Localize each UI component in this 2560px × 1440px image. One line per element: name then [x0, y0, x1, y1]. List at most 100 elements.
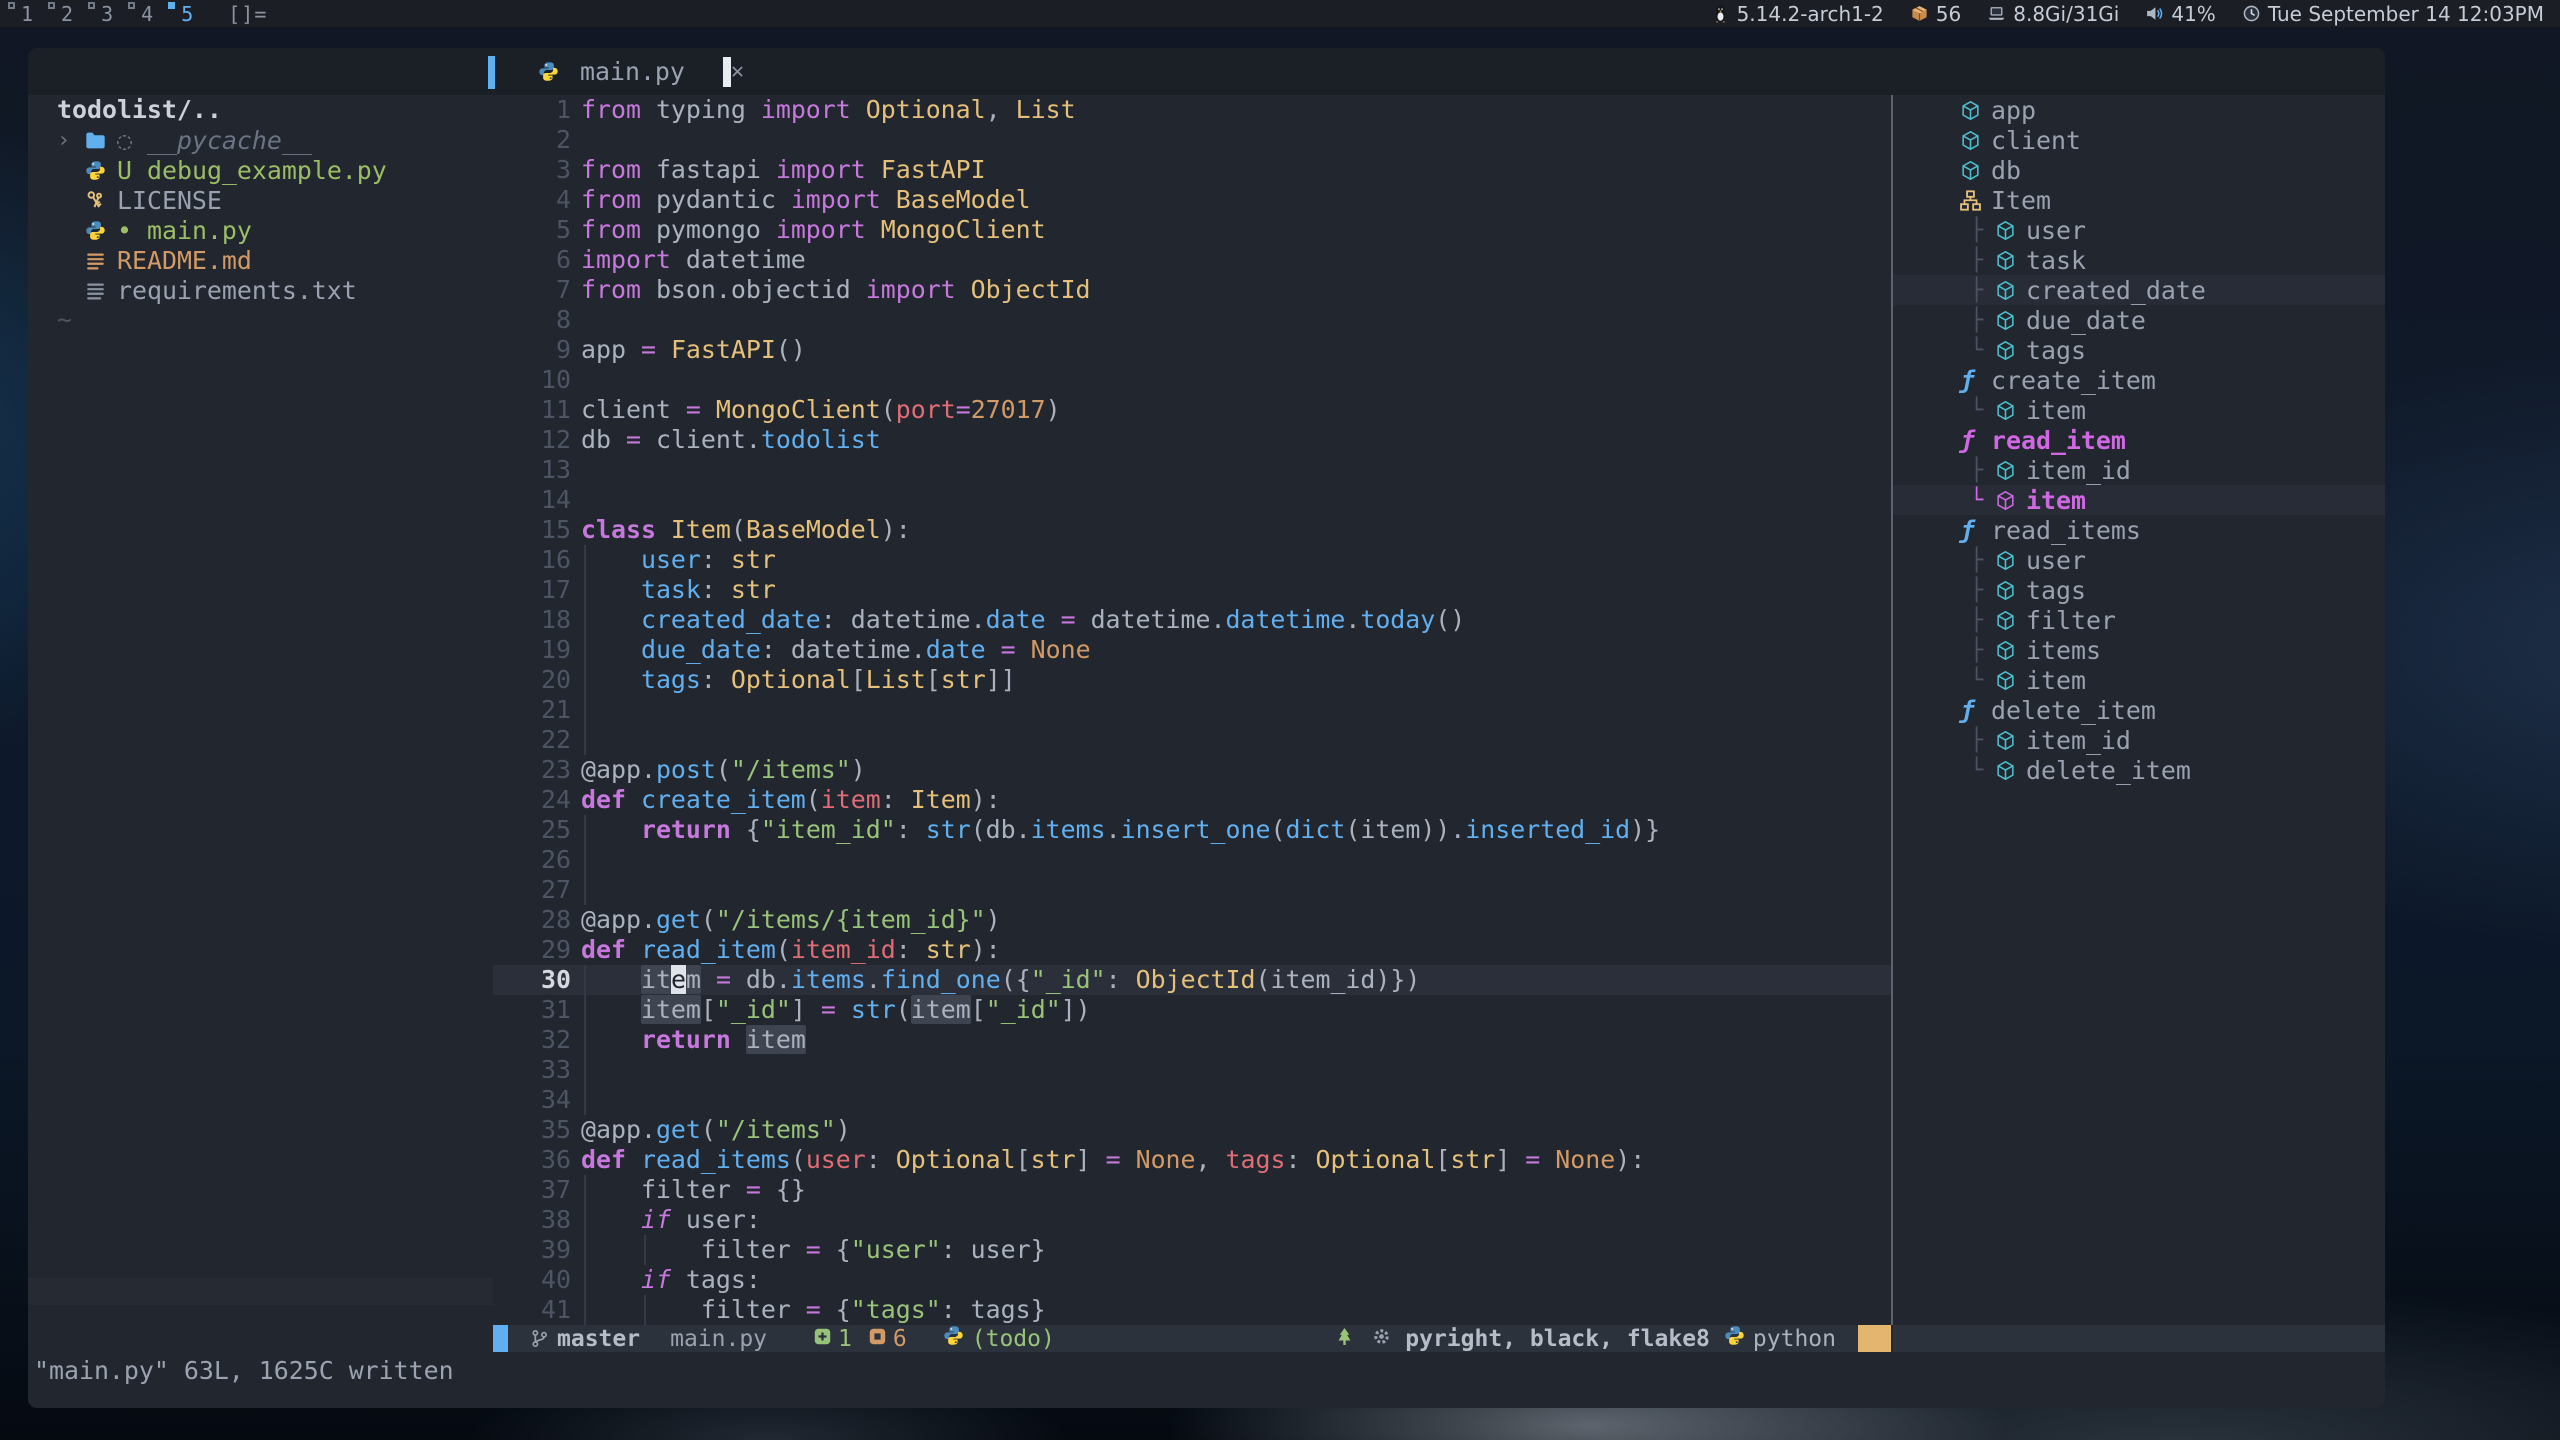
- code-line[interactable]: 32 return item: [493, 1025, 1891, 1055]
- code-line[interactable]: 27: [493, 875, 1891, 905]
- code-line[interactable]: 25 return {"item_id": str(db.items.inser…: [493, 815, 1891, 845]
- code-line[interactable]: 9app = FastAPI(): [493, 335, 1891, 365]
- line-text: item = db.items.find_one({"_id": ObjectI…: [581, 965, 1420, 995]
- code-line[interactable]: 37 filter = {}: [493, 1175, 1891, 1205]
- indent-guide: [584, 1025, 586, 1055]
- variable-cube-icon: [1995, 730, 2017, 751]
- file-item-debug-example-py[interactable]: Udebug_example.py: [28, 155, 493, 185]
- outline-item-read_item[interactable]: ƒread_item: [1893, 425, 2385, 455]
- code-line[interactable]: 17 task: str: [493, 575, 1891, 605]
- code-line[interactable]: 19 due_date: datetime.date = None: [493, 635, 1891, 665]
- code-line[interactable]: 20 tags: Optional[List[str]]: [493, 665, 1891, 695]
- code-line[interactable]: 34: [493, 1085, 1891, 1115]
- code-line[interactable]: 31 item["_id"] = str(item["_id"]): [493, 995, 1891, 1025]
- close-buffer-icon[interactable]: ✕: [731, 59, 744, 84]
- file-item-requirements-txt[interactable]: requirements.txt: [28, 275, 493, 305]
- workspace-4[interactable]: 4: [126, 0, 166, 27]
- code-line[interactable]: 18 created_date: datetime.date = datetim…: [493, 605, 1891, 635]
- file-item-readme-md[interactable]: README.md: [28, 245, 493, 275]
- outline-item-app[interactable]: app: [1893, 95, 2385, 125]
- code-line[interactable]: 22: [493, 725, 1891, 755]
- code-line[interactable]: 40 if tags:: [493, 1265, 1891, 1295]
- outline-item-read_items[interactable]: ƒread_items: [1893, 515, 2385, 545]
- code-line[interactable]: 39 filter = {"user": user}: [493, 1235, 1891, 1265]
- outline-item-task[interactable]: ├task: [1893, 245, 2385, 275]
- outline-item-delete_item[interactable]: ƒdelete_item: [1893, 695, 2385, 725]
- workspace-square-icon: [48, 2, 55, 9]
- md-icon: [85, 250, 107, 271]
- outline-item-filter[interactable]: ├filter: [1893, 605, 2385, 635]
- symbol-name: item: [2026, 396, 2086, 425]
- outline-item-create_item[interactable]: ƒcreate_item: [1893, 365, 2385, 395]
- outline-item-tags[interactable]: ├tags: [1893, 575, 2385, 605]
- code-line[interactable]: 3from fastapi import FastAPI: [493, 155, 1891, 185]
- line-number: 19: [493, 635, 571, 665]
- variable-cube-icon: [1995, 340, 2017, 361]
- chevron-right-icon[interactable]: ›: [57, 128, 85, 153]
- outline-item-tags[interactable]: └tags: [1893, 335, 2385, 365]
- file-item-main-py[interactable]: •main.py: [28, 215, 493, 245]
- code-line[interactable]: 21: [493, 695, 1891, 725]
- code-line[interactable]: 2: [493, 125, 1891, 155]
- symbol-name: db: [1991, 156, 2021, 185]
- code-line[interactable]: 33: [493, 1055, 1891, 1085]
- workspace-5[interactable]: 5: [166, 0, 206, 27]
- code-line[interactable]: 1from typing import Optional, List: [493, 95, 1891, 125]
- code-line[interactable]: 28@app.get("/items/{item_id}"): [493, 905, 1891, 935]
- code-line[interactable]: 6import datetime: [493, 245, 1891, 275]
- code-line[interactable]: 12db = client.todolist: [493, 425, 1891, 455]
- workspace-square-icon: [168, 2, 175, 9]
- buffer-tab-main-py[interactable]: main.py ✕: [538, 48, 744, 95]
- file-item--pycache-[interactable]: ›◌__pycache__: [28, 125, 493, 155]
- symbol-name: delete_item: [2026, 756, 2191, 785]
- file-item-license[interactable]: LICENSE: [28, 185, 493, 215]
- outline-item-item[interactable]: └item: [1893, 395, 2385, 425]
- outline-item-user[interactable]: ├user: [1893, 545, 2385, 575]
- tree-connector: ├: [1970, 548, 1995, 573]
- code-line-current[interactable]: 30 item = db.items.find_one({"_id": Obje…: [493, 965, 1891, 995]
- code-line[interactable]: 36def read_items(user: Optional[str] = N…: [493, 1145, 1891, 1175]
- code-editor[interactable]: 1from typing import Optional, List23from…: [493, 95, 1891, 1325]
- code-line[interactable]: 15class Item(BaseModel):: [493, 515, 1891, 545]
- code-line[interactable]: 29def read_item(item_id: str):: [493, 935, 1891, 965]
- outline-item-items[interactable]: ├items: [1893, 635, 2385, 665]
- outline-item-user[interactable]: ├user: [1893, 215, 2385, 245]
- code-line[interactable]: 24def create_item(item: Item):: [493, 785, 1891, 815]
- outline-item-item_id[interactable]: ├item_id: [1893, 455, 2385, 485]
- outline-item-client[interactable]: client: [1893, 125, 2385, 155]
- outline-item-item[interactable]: └item: [1893, 665, 2385, 695]
- code-line[interactable]: 23@app.post("/items"): [493, 755, 1891, 785]
- outline-item-db[interactable]: db: [1893, 155, 2385, 185]
- outline-item-Item[interactable]: Item: [1893, 185, 2385, 215]
- outline-item-delete_item[interactable]: └delete_item: [1893, 755, 2385, 785]
- scroll-position-indicator[interactable]: [1858, 1325, 1891, 1352]
- line-number: 2: [493, 125, 571, 155]
- command-line-area[interactable]: "main.py" 63L, 1625C written: [28, 1352, 2385, 1408]
- outline-item-due_date[interactable]: ├due_date: [1893, 305, 2385, 335]
- code-line[interactable]: 41 filter = {"tags": tags}: [493, 1295, 1891, 1325]
- code-line[interactable]: 5from pymongo import MongoClient: [493, 215, 1891, 245]
- code-line[interactable]: 26: [493, 845, 1891, 875]
- code-line[interactable]: 4from pydantic import BaseModel: [493, 185, 1891, 215]
- code-line[interactable]: 7from bson.objectid import ObjectId: [493, 275, 1891, 305]
- file-name: debug_example.py: [147, 156, 387, 185]
- workspace-1[interactable]: 1: [6, 0, 46, 27]
- code-line[interactable]: 16 user: str: [493, 545, 1891, 575]
- code-line[interactable]: 14: [493, 485, 1891, 515]
- workspace-3[interactable]: 3: [86, 0, 126, 27]
- code-line[interactable]: 13: [493, 455, 1891, 485]
- code-line[interactable]: 35@app.get("/items"): [493, 1115, 1891, 1145]
- file-name: main.py: [147, 216, 252, 245]
- workspace-2[interactable]: 2: [46, 0, 86, 27]
- outline-item-item_id[interactable]: ├item_id: [1893, 725, 2385, 755]
- code-line[interactable]: 38 if user:: [493, 1205, 1891, 1235]
- code-line[interactable]: 11client = MongoClient(port=27017): [493, 395, 1891, 425]
- code-line[interactable]: 10: [493, 365, 1891, 395]
- line-number: 20: [493, 665, 571, 695]
- line-text: @app.get("/items"): [581, 1115, 851, 1145]
- outline-item-item[interactable]: └item: [1893, 485, 2385, 515]
- code-line[interactable]: 8: [493, 305, 1891, 335]
- git-modified-count: 6: [893, 1326, 907, 1352]
- outline-item-created_date[interactable]: ├created_date: [1893, 275, 2385, 305]
- function-icon: ƒ: [1960, 366, 1982, 394]
